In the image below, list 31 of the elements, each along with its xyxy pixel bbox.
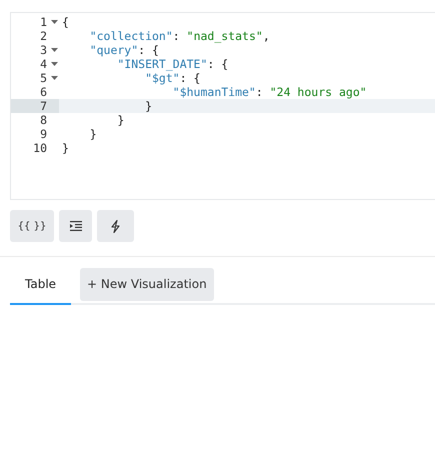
new-visualization-button[interactable]: + New Visualization	[80, 268, 214, 300]
code-line: "INSERT_DATE": {	[116, 57, 230, 71]
indent-icon	[70, 221, 82, 231]
code-line: "query": {	[88, 43, 160, 57]
code-line: {	[61, 15, 70, 29]
code-line: "collection": "nad_stats",	[88, 29, 271, 43]
code-line: }	[116, 113, 126, 127]
line-number: 9	[40, 127, 48, 141]
code-line: "$humanTime": "24 hours ago"	[172, 85, 368, 99]
format-button[interactable]: {{ }}	[10, 210, 54, 242]
line-number: 7	[40, 99, 48, 113]
line-number: 6	[40, 85, 48, 99]
line-number: 4	[40, 57, 48, 71]
fold-caret-icon[interactable]	[50, 48, 58, 52]
lightning-icon	[111, 220, 120, 232]
line-number: 3	[40, 43, 48, 57]
fold-caret-icon[interactable]	[50, 62, 58, 66]
fold-caret-icon[interactable]	[50, 20, 58, 24]
line-number: 5	[40, 71, 48, 85]
fold-caret-icon[interactable]	[50, 76, 58, 80]
indent-button[interactable]	[59, 210, 92, 242]
line-number: 10	[33, 141, 48, 155]
line-number: 8	[40, 113, 48, 127]
code-editor[interactable]: 1 { 2 "collection": "nad_stats", 3 "query": { 4 "INSERT_DATE": { 5 "$gt": { 6 "$humanTime": "24 hours ago" 7 } 8 } 9 } 10 }	[10, 12, 435, 200]
tab[interactable]: Table	[10, 265, 72, 305]
run-button[interactable]	[97, 210, 134, 242]
code-line: }	[88, 127, 98, 141]
line-number: 1	[40, 15, 48, 29]
code-line: "$gt": {	[144, 71, 202, 85]
code-line: }	[61, 141, 70, 155]
line-number: 2	[40, 29, 48, 43]
